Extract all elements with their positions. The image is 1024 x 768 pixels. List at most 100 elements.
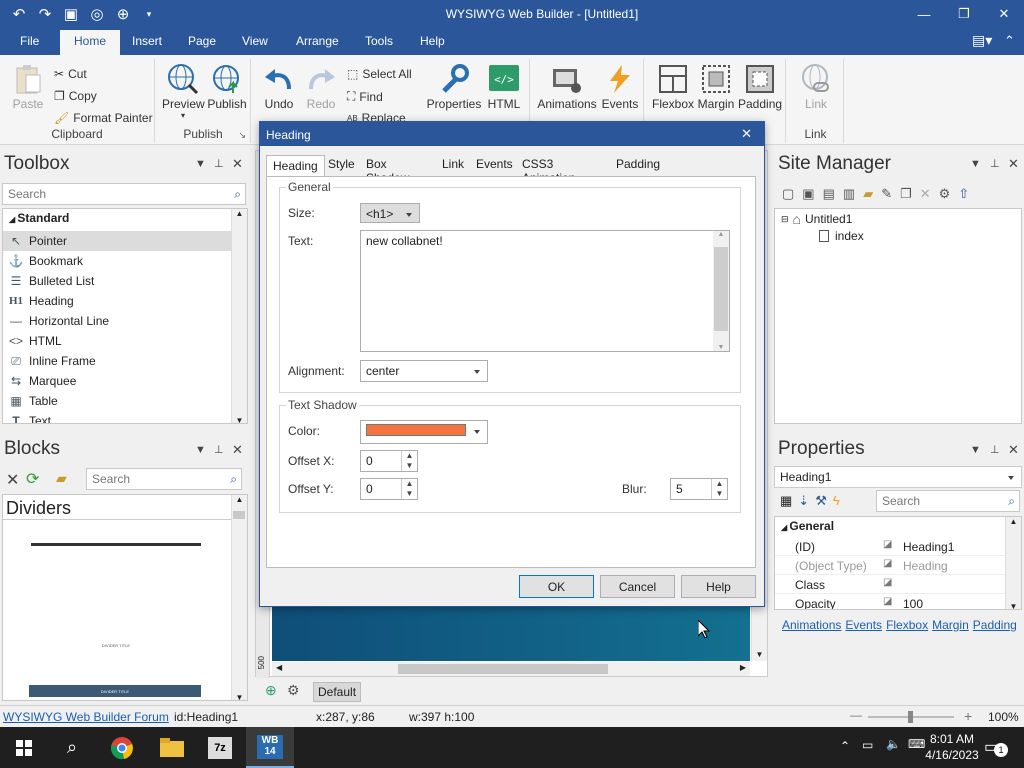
cancel-button[interactable]: Cancel	[600, 575, 675, 598]
tab-box-shadow[interactable]: Box Shadow	[360, 154, 415, 185]
sort-az-icon[interactable]: ⇣	[798, 493, 809, 509]
tab-events[interactable]: Events	[470, 154, 519, 176]
link-padding[interactable]: Padding	[973, 618, 1017, 632]
edit-page-icon[interactable]: ✎	[881, 186, 892, 202]
tab-heading[interactable]: Heading	[266, 155, 325, 177]
toolbox-item-bulleted-list[interactable]: ☰ Bulleted List	[3, 271, 229, 291]
panel-close-icon[interactable]: ✕	[232, 156, 243, 172]
tab-default[interactable]: Default	[313, 682, 362, 702]
color-picker[interactable]	[360, 420, 488, 444]
paste-button[interactable]: Paste	[10, 63, 46, 111]
wrench-icon[interactable]: ⚒	[815, 493, 827, 509]
tab-arrange[interactable]: Arrange	[296, 34, 339, 48]
dialog-close-icon[interactable]: ✕	[741, 126, 752, 142]
search-icon[interactable]: ⌕	[48, 727, 96, 768]
close-button[interactable]: ✕	[984, 0, 1024, 28]
toolbox-item-horizontal-line[interactable]: — Horizontal Line	[3, 311, 229, 331]
tree-root[interactable]: ⊟ ⌂ Untitled1	[781, 211, 852, 227]
toolbox-item-pointer[interactable]: ↖ Pointer	[3, 231, 231, 251]
offset-y-input[interactable]: 0 ▲ ▼	[360, 478, 418, 500]
preview-button[interactable]: Preview ▾	[162, 63, 205, 120]
lightning-icon[interactable]: ϟ	[833, 493, 840, 509]
tab-insert[interactable]: Insert	[132, 34, 162, 48]
publish-button[interactable]: Publish	[206, 63, 248, 111]
categorized-icon[interactable]: ▦	[780, 493, 792, 509]
toolbox-item-inline-frame[interactable]: ⎚ Inline Frame	[3, 351, 229, 371]
delete-icon[interactable]: ✕	[6, 470, 19, 490]
move-up-icon[interactable]: ⇧	[958, 186, 969, 202]
link-margin[interactable]: Margin	[932, 618, 969, 632]
panel-menu-icon[interactable]: ▼	[195, 158, 206, 170]
blocks-search-input[interactable]: Search ⌕	[86, 468, 242, 490]
language-icon[interactable]: ⌨	[908, 737, 925, 751]
7zip-icon[interactable]: 7z	[196, 727, 244, 768]
tab-style[interactable]: Style	[322, 154, 361, 176]
padding-button[interactable]: Padding	[738, 63, 782, 111]
add-page-icon[interactable]: ⊕	[265, 682, 277, 699]
flexbox-button[interactable]: Flexbox	[650, 63, 696, 111]
toolbox-item-table[interactable]: ▦ Table	[3, 391, 229, 411]
new-page-icon[interactable]: ▢	[782, 186, 794, 202]
property-row[interactable]: (ID) ◪ Heading1	[775, 537, 1005, 556]
tab-view[interactable]: View	[242, 34, 268, 48]
toolbox-item-bookmark[interactable]: ⚓ Bookmark	[3, 251, 229, 271]
offset-x-spinner[interactable]: ▲ ▼	[401, 451, 417, 471]
divider-thumbnail[interactable]	[31, 543, 201, 546]
tab-css3-animation[interactable]: CSS3 Animation	[516, 154, 581, 185]
open-folder-icon[interactable]: ▰	[863, 186, 873, 202]
link-button[interactable]: Link	[796, 63, 836, 111]
duplicate-page-icon[interactable]: ▤	[823, 186, 835, 202]
properties-scrollbar[interactable]: ▲ ▼	[1005, 517, 1021, 609]
link-flexbox[interactable]: Flexbox	[886, 618, 928, 632]
chrome-icon[interactable]	[98, 727, 146, 768]
toolbox-scrollbar[interactable]: ▲ ▼	[231, 209, 247, 423]
select-all-button[interactable]: ⬚ Select All	[347, 67, 412, 81]
link-events[interactable]: Events	[845, 618, 882, 632]
properties-search-input[interactable]: Search ⌕	[876, 490, 1020, 512]
alignment-select[interactable]: center	[360, 360, 488, 382]
file-explorer-icon[interactable]	[148, 727, 196, 768]
text-scrollbar[interactable]: ▲ ▼	[713, 231, 729, 351]
forum-link[interactable]: WYSIWYG Web Builder Forum	[3, 710, 169, 724]
volume-icon[interactable]: 🔈	[886, 737, 901, 751]
folder-icon[interactable]: ▰	[56, 470, 67, 487]
maximize-button[interactable]: ❐	[944, 0, 984, 28]
html-button[interactable]: </> HTML	[484, 63, 524, 111]
object-selector[interactable]: Heading1	[774, 466, 1022, 488]
link-animations[interactable]: Animations	[782, 618, 841, 632]
ok-button[interactable]: OK	[519, 575, 594, 598]
blur-spinner[interactable]: ▲ ▼	[711, 479, 727, 499]
margin-button[interactable]: Margin	[696, 63, 736, 111]
zoom-slider[interactable]	[868, 711, 954, 723]
canvas-scrollbar-horizontal[interactable]: ◀ ▶	[272, 662, 750, 676]
offset-x-input[interactable]: 0 ▲ ▼	[360, 450, 418, 472]
blur-input[interactable]: 5 ▲ ▼	[670, 478, 728, 500]
copy-button[interactable]: ❐ Copy	[54, 89, 97, 103]
minimize-button[interactable]: —	[904, 0, 944, 28]
layout-icon[interactable]: ▤▾	[972, 32, 992, 49]
format-painter-button[interactable]: 🖌 Format Painter	[54, 111, 153, 125]
wysiwyg-web-builder-icon[interactable]: WB 14	[246, 727, 294, 768]
panel-close-icon[interactable]: ✕	[232, 442, 243, 458]
settings-icon[interactable]: ⚙	[939, 186, 951, 202]
toolbox-search-input[interactable]: Search ⌕	[2, 183, 246, 205]
new-folder-page-icon[interactable]: ▣	[802, 186, 814, 202]
help-button[interactable]: Help	[681, 575, 756, 598]
tab-page[interactable]: Page	[188, 34, 216, 48]
pin-icon[interactable]: ⊥	[214, 443, 224, 456]
toolbox-item-html[interactable]: <> HTML	[3, 331, 229, 351]
panel-menu-icon[interactable]: ▼	[195, 444, 206, 456]
tab-file[interactable]: File	[20, 34, 39, 48]
dialog-launcher-icon[interactable]: ↘	[238, 130, 246, 141]
undo-button[interactable]: Undo	[258, 63, 300, 111]
events-button[interactable]: Events	[600, 63, 640, 111]
copy-page-icon[interactable]: ❐	[900, 186, 912, 202]
tab-help[interactable]: Help	[420, 34, 445, 48]
chevron-up-icon[interactable]: ⌃	[840, 739, 850, 753]
panel-close-icon[interactable]: ✕	[1008, 156, 1019, 172]
page-properties-icon[interactable]: ▥	[843, 186, 855, 202]
toolbox-section[interactable]: ◢ Standard	[9, 211, 69, 225]
pin-icon[interactable]: ⊥	[990, 157, 1000, 170]
toolbox-item-text[interactable]: T Text	[3, 411, 229, 423]
panel-menu-icon[interactable]: ▼	[970, 444, 981, 456]
